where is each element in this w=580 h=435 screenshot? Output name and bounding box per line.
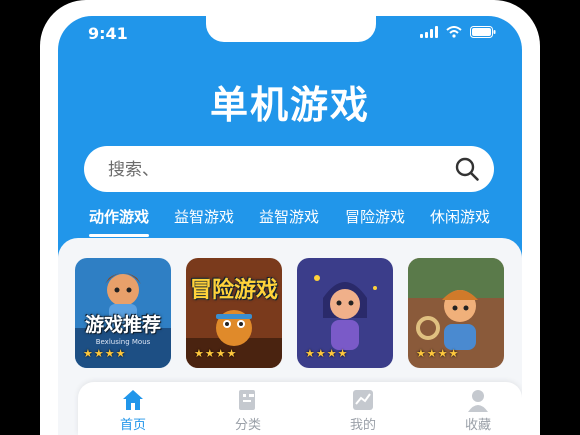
tab-action-games[interactable]: 动作游戏 <box>89 206 149 227</box>
search-bar[interactable] <box>84 146 494 194</box>
status-time: 9:41 <box>88 24 128 43</box>
game-title: 游戏推荐 <box>84 314 161 336</box>
game-card[interactable]: 游戏推荐 Bexlusing Mous ★★★★ <box>75 258 171 368</box>
page-title: 单机游戏 <box>209 83 370 127</box>
app-screen: 9:41 单机游戏 搜索、 动作游戏 益智游戏 益智游戏 冒险游戏 休闲游戏 游… <box>58 16 522 435</box>
tab-puzzle-games-2[interactable]: 益智游戏 <box>259 206 319 227</box>
search-icon[interactable] <box>454 156 480 182</box>
game-card[interactable]: ★★★★ <box>297 258 393 368</box>
tab-puzzle-games[interactable]: 益智游戏 <box>174 206 234 227</box>
nav-item-home[interactable]: 首页 <box>98 388 168 433</box>
notch <box>206 16 376 42</box>
nav-label: 收藏 <box>464 418 491 433</box>
game-card[interactable]: 冒险游戏 ★★★★ <box>186 258 282 368</box>
game-subtitle: Bexlusing Mous <box>95 338 151 346</box>
active-tab-indicator <box>89 234 149 237</box>
nav-item-mine[interactable]: 我的 <box>328 388 398 433</box>
rating-stars: ★★★★ <box>416 347 460 360</box>
nav-item-favorites[interactable]: 收藏 <box>443 388 513 433</box>
tab-casual-games[interactable]: 休闲游戏 <box>430 206 490 227</box>
game-card[interactable]: ★★★★ <box>408 258 504 368</box>
rating-stars: ★★★★ <box>83 347 127 360</box>
bottom-nav: 首页 分类 我的 收藏 <box>78 382 522 435</box>
nav-item-category[interactable]: 分类 <box>213 388 283 433</box>
nav-label: 分类 <box>234 418 261 433</box>
category-icon <box>239 390 255 410</box>
user-icon <box>468 390 488 412</box>
game-title: 冒险游戏 <box>189 278 278 303</box>
battery-icon <box>470 26 496 38</box>
category-tabs: 动作游戏 益智游戏 益智游戏 冒险游戏 休闲游戏 <box>58 206 522 236</box>
rating-stars: ★★★★ <box>194 347 238 360</box>
profile-chart-icon <box>353 390 373 410</box>
tab-adventure-games[interactable]: 冒险游戏 <box>345 206 405 227</box>
rating-stars: ★★★★ <box>305 347 349 360</box>
phone-frame: 9:41 单机游戏 搜索、 动作游戏 益智游戏 益智游戏 冒险游戏 休闲游戏 游… <box>40 0 540 435</box>
nav-label: 首页 <box>119 418 146 433</box>
nav-label: 我的 <box>349 418 376 433</box>
wifi-icon <box>446 26 462 38</box>
search-input[interactable] <box>106 146 430 194</box>
status-icons <box>420 26 496 38</box>
signal-icon <box>420 26 438 38</box>
home-icon <box>123 390 143 410</box>
